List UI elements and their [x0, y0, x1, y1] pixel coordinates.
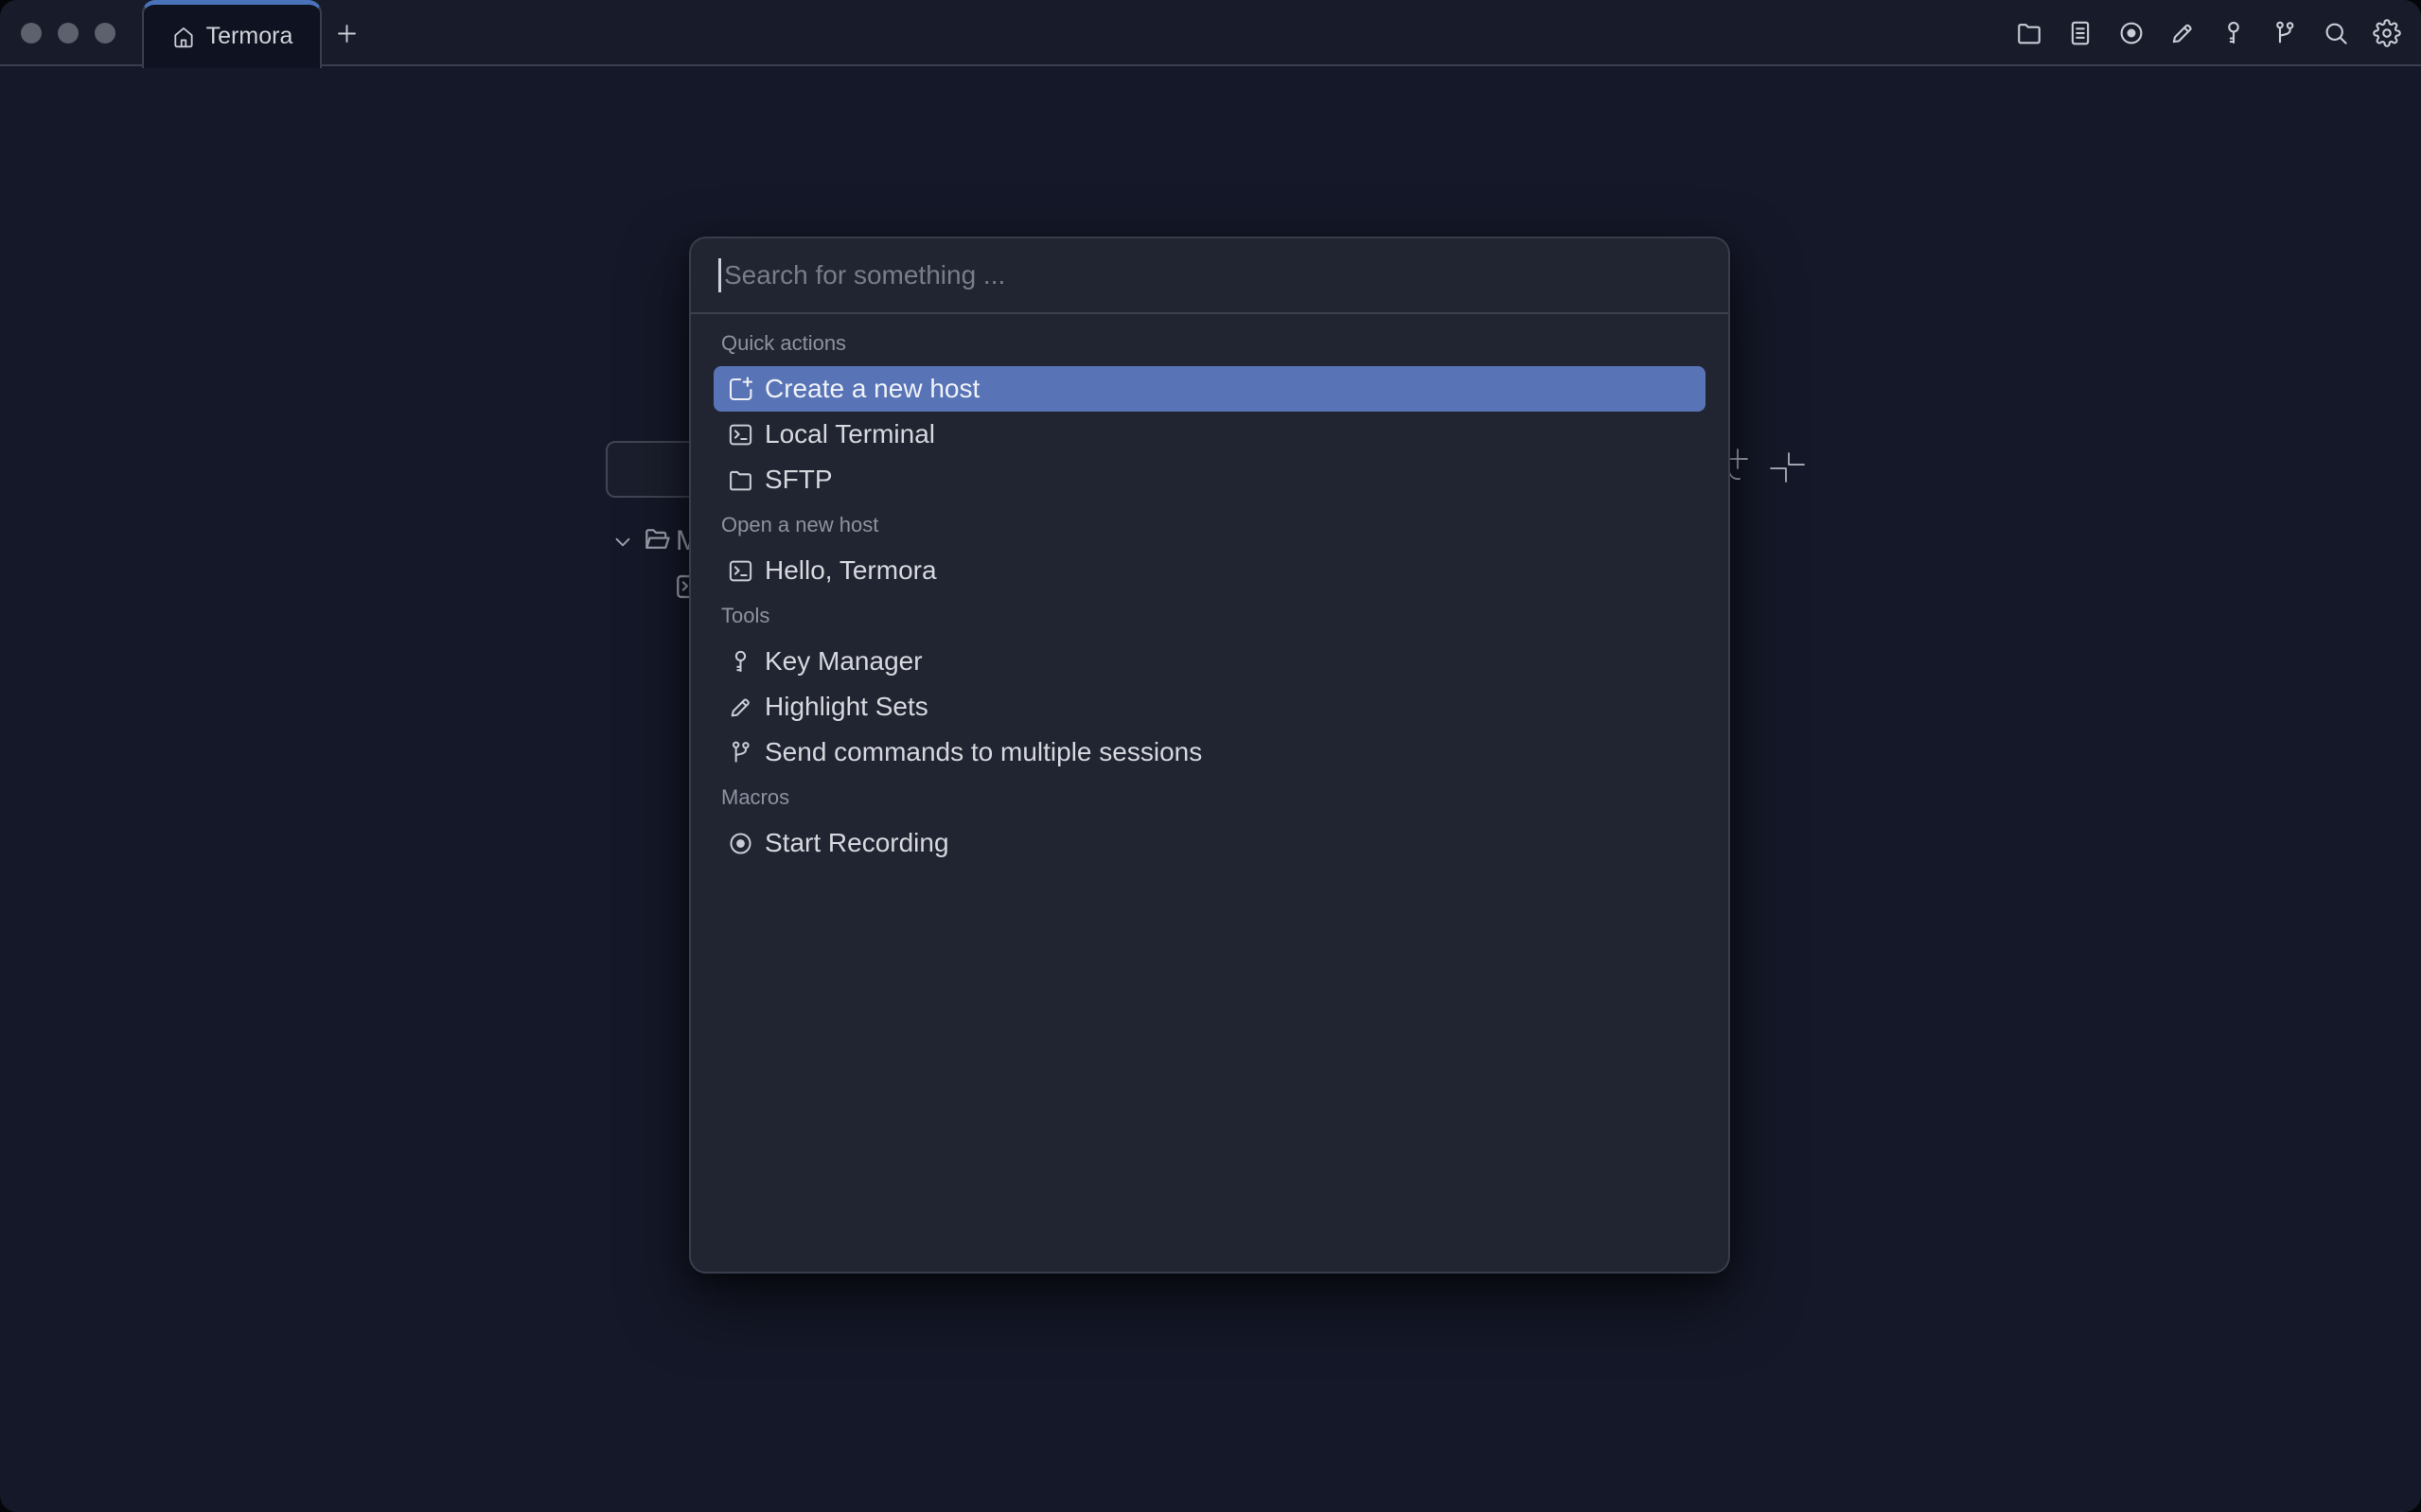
palette-item[interactable]: Local Terminal — [714, 412, 1705, 457]
palette-item-label: Send commands to multiple sessions — [765, 737, 1202, 767]
pencil-icon — [2168, 19, 2197, 47]
terminal-icon — [727, 421, 754, 448]
terminal-icon — [727, 557, 754, 585]
palette-item-label: Highlight Sets — [765, 692, 928, 722]
file-text-toolbar-button[interactable] — [2065, 18, 2095, 48]
pencil-toolbar-button[interactable] — [2167, 18, 2198, 48]
text-caret — [718, 258, 721, 292]
palette-item-label: SFTP — [765, 465, 833, 495]
gear-toolbar-button[interactable] — [2372, 18, 2402, 48]
new-tab-button[interactable] — [326, 12, 367, 54]
palette-item-label: Create a new host — [765, 374, 980, 404]
key-toolbar-button[interactable] — [2218, 18, 2249, 48]
palette-item[interactable]: Key Manager — [714, 639, 1705, 684]
palette-item[interactable]: Highlight Sets — [714, 684, 1705, 730]
section-label: Quick actions — [714, 321, 1705, 366]
expand-corners-icon[interactable] — [1764, 447, 1811, 488]
file-text-icon — [2066, 19, 2094, 47]
command-palette-dialog: Quick actions Create a new host Local Term… — [689, 237, 1730, 1274]
branch-icon — [727, 739, 754, 766]
folder-icon — [727, 466, 754, 494]
tab-label: Termora — [206, 23, 293, 50]
folder-icon — [2015, 19, 2043, 47]
key-icon — [727, 648, 754, 676]
section-label: Macros — [714, 775, 1705, 820]
palette-item[interactable]: Send commands to multiple sessions — [714, 730, 1705, 775]
palette-item-label: Hello, Termora — [765, 555, 937, 586]
palette-item-label: Local Terminal — [765, 419, 935, 449]
branch-icon — [2271, 19, 2299, 47]
section-label: Open a new host — [714, 502, 1705, 548]
key-icon — [2219, 19, 2248, 47]
search-icon — [2322, 19, 2350, 47]
traffic-lights — [21, 23, 115, 44]
branch-toolbar-button[interactable] — [2270, 18, 2300, 48]
folder-toolbar-button[interactable] — [2014, 18, 2044, 48]
palette-item[interactable]: Create a new host — [714, 366, 1705, 412]
app-window: Termora ______ / / M Quick actionsCreate… — [0, 0, 2421, 1512]
palette-item-label: Key Manager — [765, 646, 923, 677]
palette-item-label: Start Recording — [765, 828, 949, 858]
gear-icon — [2373, 19, 2401, 47]
traffic-light-close[interactable] — [21, 23, 42, 44]
palette-item[interactable]: Hello, Termora — [714, 548, 1705, 593]
titlebar: Termora — [0, 0, 2421, 66]
palette-search-input[interactable] — [691, 238, 1728, 312]
tab-termora[interactable]: Termora — [142, 0, 322, 68]
home-icon — [171, 25, 196, 49]
palette-search — [691, 238, 1728, 312]
section-label: Tools — [714, 593, 1705, 639]
titlebar-toolbar — [2014, 0, 2402, 66]
record-icon — [2117, 19, 2146, 47]
palette-list: Quick actions Create a new host Local Term… — [691, 314, 1728, 866]
plus-icon — [334, 21, 360, 46]
record-toolbar-button[interactable] — [2116, 18, 2147, 48]
chevron-down-icon[interactable] — [610, 529, 636, 555]
traffic-light-minimize[interactable] — [58, 23, 79, 44]
palette-item[interactable]: Start Recording — [714, 820, 1705, 866]
traffic-light-zoom[interactable] — [95, 23, 115, 44]
record-icon — [727, 830, 754, 857]
palette-item[interactable]: SFTP — [714, 457, 1705, 502]
new-host-icon — [727, 376, 754, 403]
folder-open-icon — [642, 524, 672, 554]
pencil-icon — [727, 694, 754, 721]
search-toolbar-button[interactable] — [2321, 18, 2351, 48]
